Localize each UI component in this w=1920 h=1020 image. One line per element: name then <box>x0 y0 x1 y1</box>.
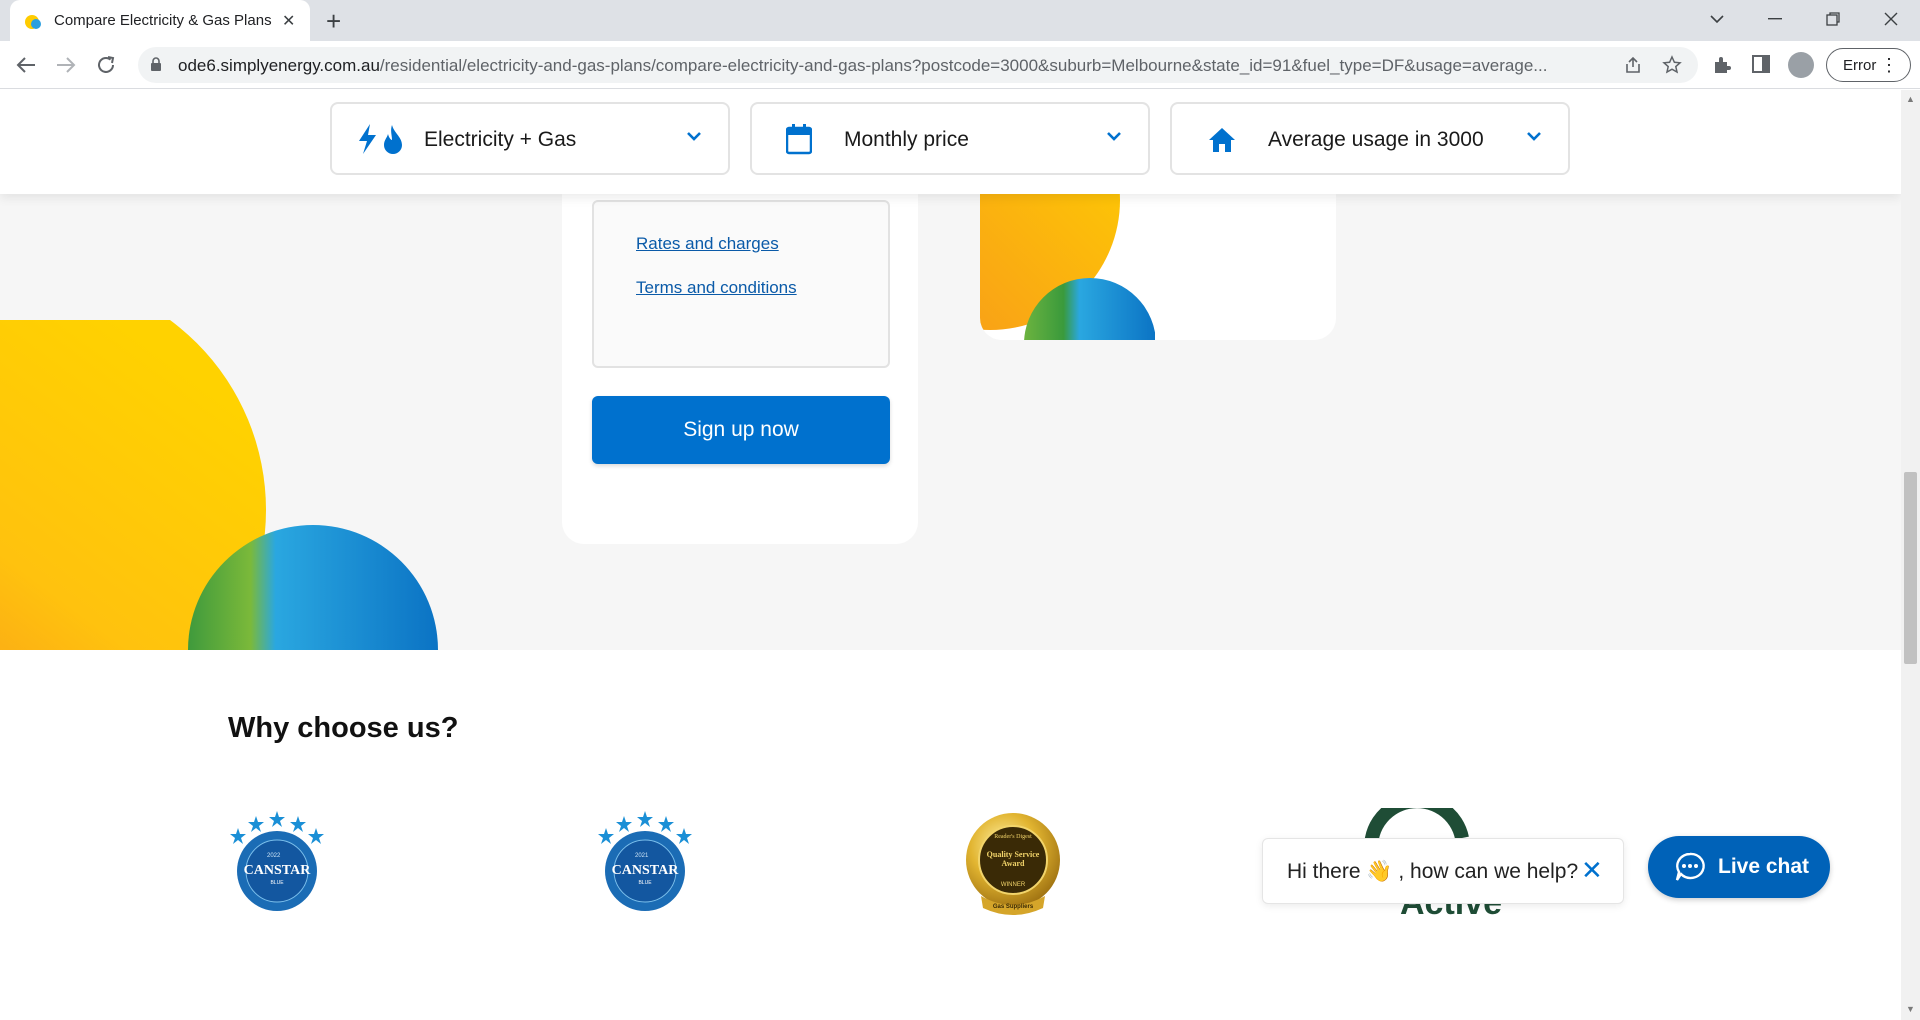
back-arrow-icon[interactable] <box>16 56 36 74</box>
profile-error-button[interactable]: Error ⋮ <box>1826 48 1911 82</box>
calendar-icon <box>786 124 812 155</box>
chat-greeting-bubble[interactable]: Hi there 👋 , how can we help? ✕ <box>1262 838 1624 904</box>
url-domain: ode6.simplyenergy.com.au <box>178 56 380 75</box>
canstar-badge-icon <box>230 811 324 911</box>
why-choose-us-heading: Why choose us? <box>228 712 459 744</box>
home-icon <box>1209 128 1235 152</box>
electricity-gas-icon <box>359 124 402 154</box>
award-3-winner: WINNER <box>1000 882 1026 888</box>
share-icon[interactable] <box>1624 56 1642 74</box>
readers-digest-quality-award: Reader's Digest Quality Service Award WI… <box>963 810 1063 923</box>
browser-tab[interactable]: Compare Electricity & Gas Plans | ✕ <box>10 0 310 41</box>
fuel-type-dropdown[interactable]: Electricity + Gas <box>330 102 730 175</box>
award-3-title: Quality Service Award <box>986 850 1040 868</box>
chevron-down-icon[interactable] <box>1710 14 1724 24</box>
scrollbar-thumb[interactable] <box>1904 472 1917 664</box>
browser-menu-icon[interactable]: ⋮ <box>1880 55 1898 76</box>
url-text: ode6.simplyenergy.com.au/residential/ele… <box>178 56 1598 76</box>
page-scrollbar[interactable]: ▲ ▼ <box>1901 90 1920 1020</box>
extensions-puzzle-icon[interactable] <box>1712 55 1732 75</box>
price-view-value: Monthly price <box>844 128 969 151</box>
usage-value: Average usage in 3000 <box>1268 128 1484 151</box>
browser-tab-strip: Compare Electricity & Gas Plans | ✕ + <box>0 0 1920 41</box>
side-panel-icon[interactable] <box>1752 55 1770 73</box>
simply-energy-favicon-icon <box>25 15 41 29</box>
live-chat-button[interactable]: Live chat <box>1648 836 1830 898</box>
scroll-down-arrow-icon[interactable]: ▼ <box>1906 1004 1915 1014</box>
bookmark-star-icon[interactable] <box>1662 55 1682 75</box>
close-window-icon[interactable] <box>1884 12 1898 26</box>
sign-up-now-button[interactable]: Sign up now <box>592 396 890 464</box>
profile-error-label: Error <box>1843 57 1877 74</box>
chevron-down-icon <box>687 132 701 141</box>
canstar-innovation-award: 2022 CANSTAR BLUE <box>226 810 328 917</box>
award-1-year: 2022 <box>267 853 281 859</box>
chat-bubble-icon <box>1675 852 1705 881</box>
plan-documents-box: Rates and charges Terms and conditions <box>592 200 890 368</box>
lock-icon <box>151 57 161 71</box>
chevron-down-icon <box>1107 132 1121 141</box>
restore-icon[interactable] <box>1826 12 1840 26</box>
new-tab-button[interactable]: + <box>326 6 341 37</box>
decorative-sun-graphic <box>0 320 438 650</box>
scroll-up-arrow-icon[interactable]: ▲ <box>1906 94 1915 104</box>
award-1-name: CANSTAR <box>243 863 311 878</box>
profile-avatar-icon[interactable] <box>1788 52 1814 78</box>
award-1-sub: BLUE <box>270 880 284 886</box>
page-viewport: Rates and charges Terms and conditions S… <box>0 90 1901 1020</box>
minimize-icon[interactable] <box>1768 18 1782 20</box>
chevron-down-icon <box>1527 132 1541 141</box>
award-2-sub: BLUE <box>638 880 652 886</box>
price-view-dropdown[interactable]: Monthly price <box>750 102 1150 175</box>
address-bar[interactable]: ode6.simplyenergy.com.au/residential/ele… <box>138 47 1698 83</box>
plan-filter-bar: Electricity + Gas Monthly price Average … <box>0 90 1901 194</box>
tab-title: Compare Electricity & Gas Plans | <box>54 12 276 29</box>
terms-and-conditions-link[interactable]: Terms and conditions <box>636 278 797 298</box>
close-icon[interactable]: ✕ <box>1581 855 1603 886</box>
canstar-badge-icon <box>598 811 692 911</box>
chat-greeting-text: Hi there 👋 , how can we help? <box>1287 860 1579 883</box>
live-chat-label: Live chat <box>1718 855 1810 878</box>
award-3-category: Gas Suppliers <box>992 904 1034 910</box>
url-path: /residential/electricity-and-gas-plans/c… <box>379 56 1548 75</box>
browser-toolbar: ode6.simplyenergy.com.au/residential/ele… <box>0 41 1920 89</box>
award-2-year: 2021 <box>635 853 649 859</box>
award-2-name: CANSTAR <box>611 863 679 878</box>
forward-arrow-icon[interactable] <box>56 56 76 74</box>
reload-icon[interactable] <box>96 55 116 75</box>
usage-dropdown[interactable]: Average usage in 3000 <box>1170 102 1570 175</box>
rates-and-charges-link[interactable]: Rates and charges <box>636 234 779 254</box>
fuel-type-value: Electricity + Gas <box>424 128 577 151</box>
tab-close-icon[interactable]: ✕ <box>282 11 295 31</box>
award-3-brand: Reader's Digest <box>994 834 1032 840</box>
canstar-most-satisfied-award: 2021 CANSTAR BLUE <box>594 810 696 917</box>
plan-card: Rates and charges Terms and conditions S… <box>562 150 918 544</box>
